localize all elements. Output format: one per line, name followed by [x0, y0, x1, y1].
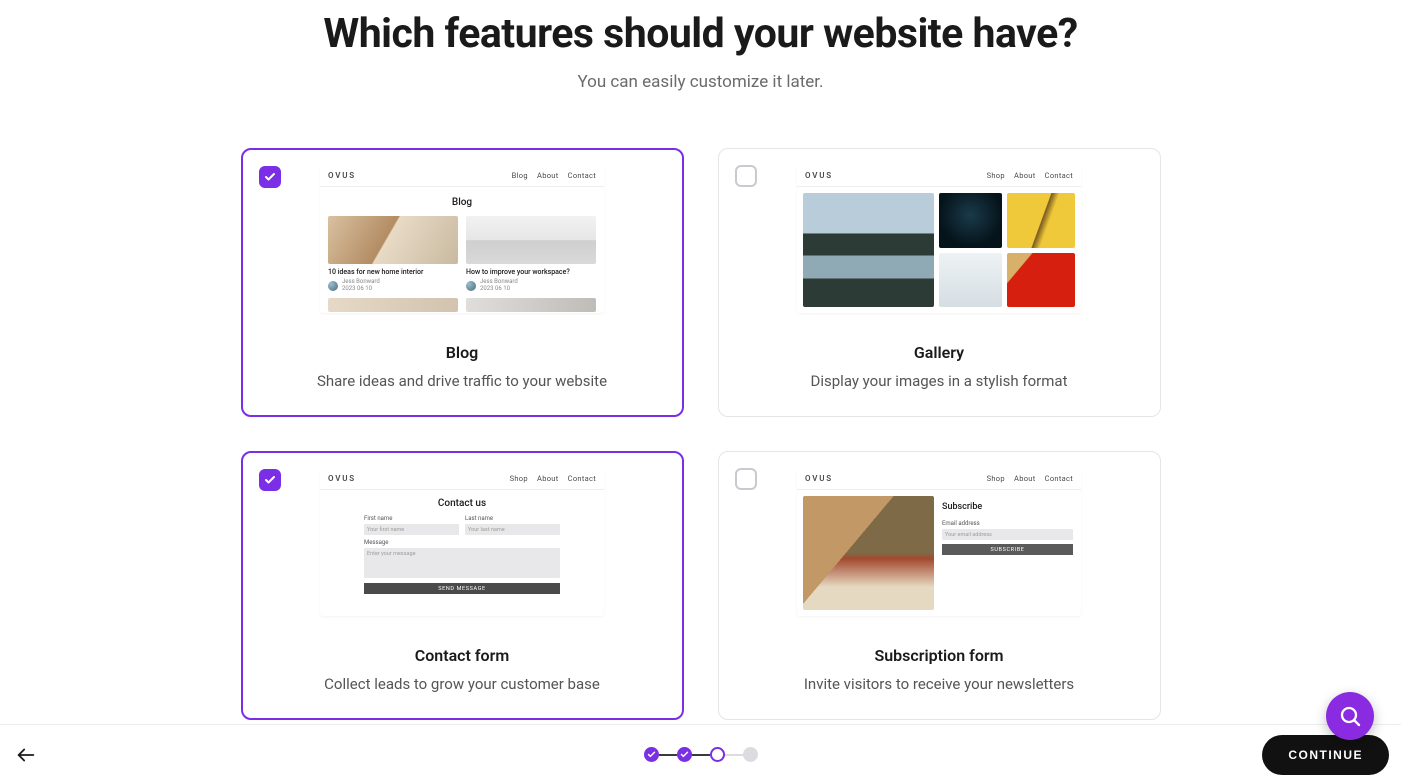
- back-button[interactable]: [12, 741, 40, 769]
- check-icon: [264, 474, 276, 486]
- continue-button[interactable]: CONTINUE: [1262, 735, 1389, 775]
- preview-nav: Shop About Contact: [980, 474, 1073, 483]
- checkbox-blog[interactable]: [259, 166, 281, 188]
- feature-title: Subscription form: [735, 646, 1144, 665]
- preview-nav: Blog About Contact: [505, 171, 596, 180]
- step-segment: [659, 754, 677, 756]
- step-segment: [725, 754, 743, 756]
- preview-page-title: Blog: [328, 197, 596, 208]
- preview-image: [466, 216, 596, 264]
- feature-card-blog[interactable]: OVUS Blog About Contact Blog 10 ideas fo…: [241, 148, 684, 417]
- preview-nav: Shop About Contact: [980, 171, 1073, 180]
- preview-image: [803, 193, 934, 307]
- preview-input: Your last name: [465, 524, 560, 535]
- feature-title: Blog: [258, 343, 667, 362]
- preview-image: [466, 298, 596, 312]
- search-chat-icon: [1338, 704, 1362, 728]
- step-dot-3: [710, 747, 725, 762]
- preview-nav: Shop About Contact: [503, 474, 596, 483]
- preview-image: [328, 298, 458, 312]
- preview-brand: OVUS: [805, 171, 833, 180]
- chat-support-button[interactable]: [1326, 692, 1374, 740]
- preview-post-title: How to improve your workspace?: [466, 268, 596, 276]
- preview-textarea: Enter your message: [364, 548, 560, 578]
- feature-card-subscription[interactable]: OVUS Shop About Contact Subscribe Email …: [718, 451, 1161, 720]
- feature-title: Gallery: [735, 343, 1144, 362]
- features-grid: OVUS Blog About Contact Blog 10 ideas fo…: [241, 148, 1161, 720]
- preview-blog: OVUS Blog About Contact Blog 10 ideas fo…: [320, 165, 604, 313]
- preview-brand: OVUS: [328, 171, 356, 180]
- check-icon: [647, 750, 656, 759]
- avatar: [466, 281, 476, 291]
- step-dot-2: [677, 747, 692, 762]
- checkbox-contact[interactable]: [259, 469, 281, 491]
- preview-page-title: Contact us: [364, 498, 560, 509]
- preview-label: Email address: [942, 520, 1073, 527]
- progress-stepper: [644, 747, 758, 762]
- preview-post-title: 10 ideas for new home interior: [328, 268, 458, 276]
- check-icon: [264, 171, 276, 183]
- preview-subscription: OVUS Shop About Contact Subscribe Email …: [797, 468, 1081, 616]
- preview-image: [1007, 193, 1075, 248]
- avatar: [328, 281, 338, 291]
- preview-image: [939, 253, 1002, 308]
- preview-image: [803, 496, 934, 610]
- preview-image: [1007, 253, 1075, 308]
- preview-contact: OVUS Shop About Contact Contact us First…: [320, 468, 604, 616]
- feature-title: Contact form: [258, 646, 667, 665]
- page-subtitle: You can easily customize it later.: [0, 72, 1401, 92]
- checkbox-gallery[interactable]: [735, 165, 757, 187]
- preview-label: Message: [364, 539, 560, 546]
- step-segment: [692, 754, 710, 756]
- wizard-footer: CONTINUE: [0, 724, 1401, 784]
- preview-label: Last name: [465, 515, 560, 522]
- preview-gallery: OVUS Shop About Contact: [797, 165, 1081, 313]
- feature-card-contact[interactable]: OVUS Shop About Contact Contact us First…: [241, 451, 684, 720]
- preview-input: Your first name: [364, 524, 459, 535]
- preview-button: SEND MESSAGE: [364, 583, 560, 594]
- step-dot-1: [644, 747, 659, 762]
- preview-page-title: Subscribe: [942, 502, 1073, 512]
- page-title: Which features should your website have?: [0, 10, 1401, 58]
- preview-input: Your email address: [942, 529, 1073, 540]
- check-icon: [680, 750, 689, 759]
- feature-description: Invite visitors to receive your newslett…: [735, 675, 1144, 693]
- preview-brand: OVUS: [328, 474, 356, 483]
- feature-description: Display your images in a stylish format: [735, 372, 1144, 390]
- preview-label: First name: [364, 515, 459, 522]
- preview-image: [328, 216, 458, 264]
- preview-brand: OVUS: [805, 474, 833, 483]
- checkbox-subscription[interactable]: [735, 468, 757, 490]
- preview-image: [939, 193, 1002, 248]
- feature-description: Share ideas and drive traffic to your we…: [258, 372, 667, 390]
- step-dot-4: [743, 747, 758, 762]
- feature-description: Collect leads to grow your customer base: [258, 675, 667, 693]
- feature-card-gallery[interactable]: OVUS Shop About Contact Gallery Display …: [718, 148, 1161, 417]
- preview-button: SUBSCRIBE: [942, 544, 1073, 555]
- arrow-left-icon: [15, 744, 37, 766]
